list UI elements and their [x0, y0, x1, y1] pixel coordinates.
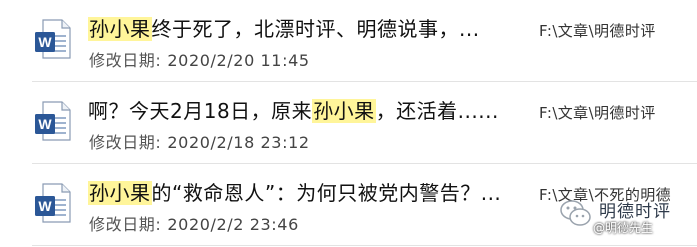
- svg-text:W: W: [38, 34, 52, 50]
- search-results-list: W 孙小果终于死了，北漂时评、明德说事，... 修改日期: 2020/2/20 1…: [0, 0, 697, 247]
- result-title: 孙小果终于死了，北漂时评、明德说事，...: [88, 14, 480, 44]
- modified-date-line: 修改日期: 2020/2/18 23:12: [89, 132, 310, 154]
- row-divider: [32, 245, 697, 246]
- word-document-icon: W: [35, 19, 71, 59]
- title-prefix: 啊？今天2月18日，原来: [88, 99, 313, 123]
- title-rest: 的“救命恩人”：为何只被党内警告？...: [151, 181, 502, 205]
- watermark: 明德时评 @明德先生: [559, 193, 689, 241]
- svg-text:W: W: [38, 198, 52, 214]
- modified-label: 修改日期:: [89, 215, 162, 234]
- row-divider: [32, 163, 697, 164]
- title-rest: 终于死了，北漂时评、明德说事，...: [151, 17, 480, 41]
- watermark-handle: @明德先生: [593, 221, 654, 235]
- modified-date: 2020/2/2 23:46: [167, 215, 299, 234]
- search-term-highlight: 孙小果: [88, 17, 152, 41]
- modified-label: 修改日期:: [89, 51, 162, 70]
- search-term-highlight: 孙小果: [312, 99, 376, 123]
- word-document-icon: W: [35, 183, 71, 223]
- file-path: F:\文章\明德时评: [539, 104, 656, 122]
- result-title: 孙小果的“救命恩人”：为何只被党内警告？...: [88, 178, 501, 208]
- title-rest: ，还活着......: [375, 99, 499, 123]
- row-divider: [32, 81, 697, 82]
- modified-date-line: 修改日期: 2020/2/2 23:46: [89, 214, 299, 236]
- svg-text:W: W: [38, 116, 52, 132]
- search-result-item[interactable]: W 孙小果终于死了，北漂时评、明德说事，... 修改日期: 2020/2/20 1…: [0, 0, 697, 80]
- modified-date: 2020/2/20 11:45: [167, 51, 310, 70]
- modified-label: 修改日期:: [89, 133, 162, 152]
- word-document-icon: W: [35, 101, 71, 141]
- modified-date: 2020/2/18 23:12: [167, 133, 310, 152]
- file-path: F:\文章\明德时评: [539, 22, 656, 40]
- modified-date-line: 修改日期: 2020/2/20 11:45: [89, 50, 310, 72]
- wechat-logo-icon: [560, 200, 591, 226]
- search-result-item[interactable]: W 啊？今天2月18日，原来孙小果，还活着...... 修改日期: 2020/2/…: [0, 82, 697, 162]
- search-term-highlight: 孙小果: [88, 181, 152, 205]
- result-title: 啊？今天2月18日，原来孙小果，还活着......: [88, 96, 499, 126]
